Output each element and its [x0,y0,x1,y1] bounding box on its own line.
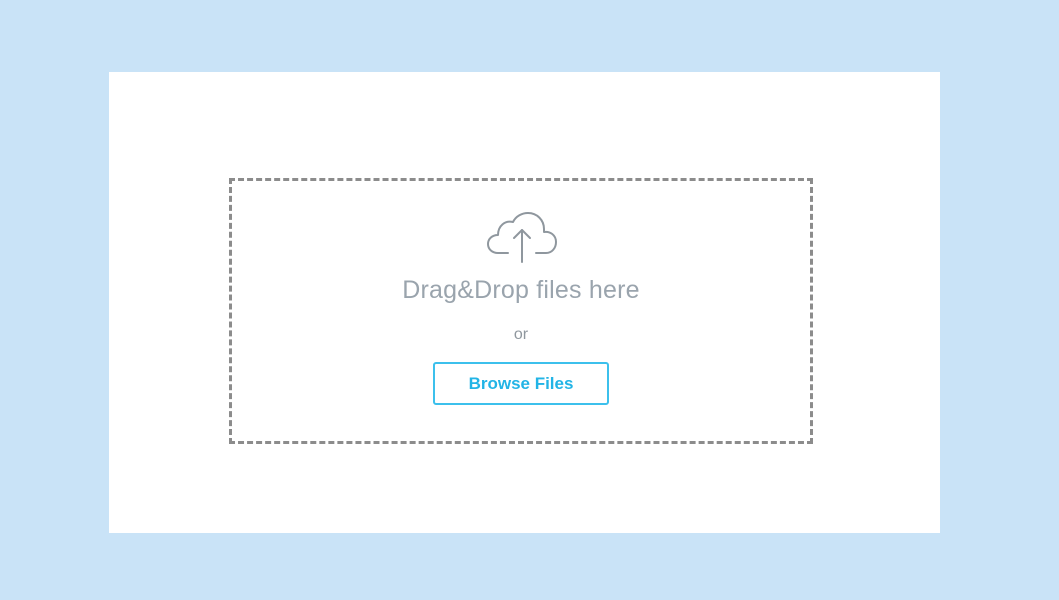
browse-files-button[interactable]: Browse Files [433,362,609,405]
upload-card: Drag&Drop files here or Browse Files [109,72,940,533]
file-dropzone[interactable]: Drag&Drop files here or Browse Files [229,178,813,444]
or-separator: or [513,326,529,343]
cloud-upload-icon [487,212,557,263]
drop-instructions: Drag&Drop files here [402,276,640,304]
